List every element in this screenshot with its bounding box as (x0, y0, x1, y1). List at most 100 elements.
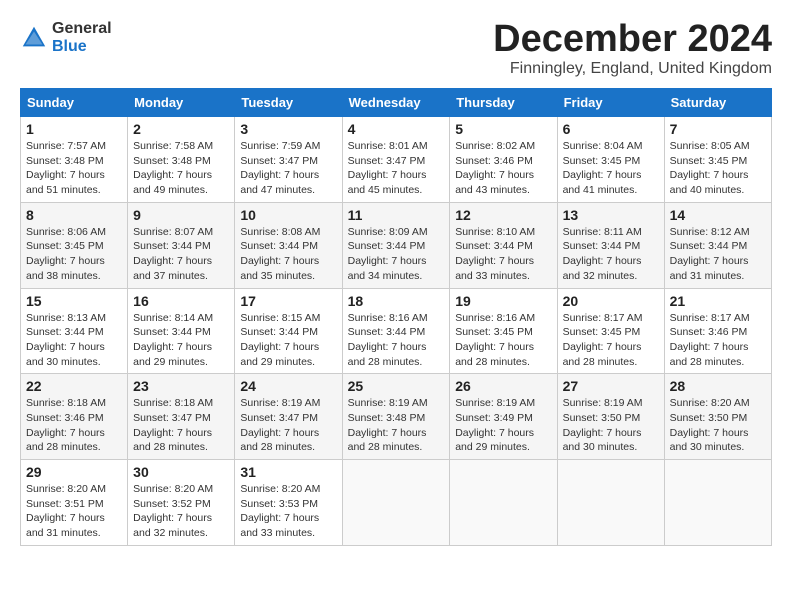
calendar-cell: 21 Sunrise: 8:17 AMSunset: 3:46 PMDayligh… (664, 288, 771, 374)
day-detail: Sunrise: 8:09 AMSunset: 3:44 PMDaylight:… (348, 225, 445, 284)
day-detail: Sunrise: 7:59 AMSunset: 3:47 PMDaylight:… (240, 139, 336, 198)
calendar-cell: 25 Sunrise: 8:19 AMSunset: 3:48 PMDayligh… (342, 374, 450, 460)
logo-icon (20, 24, 48, 52)
day-number: 9 (133, 207, 229, 223)
day-detail: Sunrise: 8:19 AMSunset: 3:50 PMDaylight:… (563, 396, 659, 455)
calendar-cell: 28Sunrise: 8:20 AMSunset: 3:50 PMDayligh… (664, 374, 771, 460)
title-area: December 2024 Finningley, England, Unite… (493, 20, 772, 78)
day-detail: Sunrise: 8:20 AMSunset: 3:52 PMDaylight:… (133, 482, 229, 541)
day-header-monday: Monday (128, 89, 235, 117)
calendar-cell: 10 Sunrise: 8:08 AMSunset: 3:44 PMDayligh… (235, 202, 342, 288)
calendar-cell (664, 460, 771, 546)
day-number: 31 (240, 464, 336, 480)
day-detail: Sunrise: 8:18 AMSunset: 3:46 PMDaylight:… (26, 396, 122, 455)
location-subtitle: Finningley, England, United Kingdom (493, 60, 772, 78)
calendar-cell (342, 460, 450, 546)
day-detail: Sunrise: 8:17 AMSunset: 3:46 PMDaylight:… (670, 311, 766, 370)
day-number: 1 (26, 121, 122, 137)
day-detail: Sunrise: 8:14 AMSunset: 3:44 PMDaylight:… (133, 311, 229, 370)
logo: General Blue (20, 20, 112, 55)
day-detail: Sunrise: 8:12 AMSunset: 3:44 PMDaylight:… (670, 225, 766, 284)
day-detail: Sunrise: 8:19 AMSunset: 3:47 PMDaylight:… (240, 396, 336, 455)
day-number: 5 (455, 121, 551, 137)
day-detail: Sunrise: 8:20 AMSunset: 3:50 PMDaylight:… (670, 396, 766, 455)
calendar-cell: 18 Sunrise: 8:16 AMSunset: 3:44 PMDayligh… (342, 288, 450, 374)
day-number: 29 (26, 464, 122, 480)
week-row-5: 29 Sunrise: 8:20 AMSunset: 3:51 PMDayligh… (21, 460, 772, 546)
calendar-cell (557, 460, 664, 546)
month-title: December 2024 (493, 20, 772, 58)
days-header-row: SundayMondayTuesdayWednesdayThursdayFrid… (21, 89, 772, 117)
day-detail: Sunrise: 8:20 AMSunset: 3:51 PMDaylight:… (26, 482, 122, 541)
calendar-cell (450, 460, 557, 546)
calendar-cell: 29 Sunrise: 8:20 AMSunset: 3:51 PMDayligh… (21, 460, 128, 546)
day-header-thursday: Thursday (450, 89, 557, 117)
day-number: 13 (563, 207, 659, 223)
day-detail: Sunrise: 7:58 AMSunset: 3:48 PMDaylight:… (133, 139, 229, 198)
calendar-cell: 11Sunrise: 8:09 AMSunset: 3:44 PMDayligh… (342, 202, 450, 288)
calendar-cell: 13 Sunrise: 8:11 AMSunset: 3:44 PMDayligh… (557, 202, 664, 288)
week-row-3: 15 Sunrise: 8:13 AMSunset: 3:44 PMDayligh… (21, 288, 772, 374)
calendar-table: SundayMondayTuesdayWednesdayThursdayFrid… (20, 88, 772, 546)
day-detail: Sunrise: 8:13 AMSunset: 3:44 PMDaylight:… (26, 311, 122, 370)
day-number: 19 (455, 293, 551, 309)
day-detail: Sunrise: 8:18 AMSunset: 3:47 PMDaylight:… (133, 396, 229, 455)
day-number: 25 (348, 378, 445, 394)
calendar-cell: 31Sunrise: 8:20 AMSunset: 3:53 PMDayligh… (235, 460, 342, 546)
calendar-cell: 4Sunrise: 8:01 AMSunset: 3:47 PMDaylight… (342, 117, 450, 203)
calendar-cell: 15 Sunrise: 8:13 AMSunset: 3:44 PMDayligh… (21, 288, 128, 374)
day-number: 23 (133, 378, 229, 394)
day-detail: Sunrise: 8:05 AMSunset: 3:45 PMDaylight:… (670, 139, 766, 198)
logo-blue-text: Blue (52, 38, 112, 56)
day-number: 20 (563, 293, 659, 309)
day-detail: Sunrise: 8:10 AMSunset: 3:44 PMDaylight:… (455, 225, 551, 284)
calendar-cell: 30 Sunrise: 8:20 AMSunset: 3:52 PMDayligh… (128, 460, 235, 546)
day-number: 3 (240, 121, 336, 137)
day-header-sunday: Sunday (21, 89, 128, 117)
calendar-cell: 19Sunrise: 8:16 AMSunset: 3:45 PMDayligh… (450, 288, 557, 374)
day-number: 24 (240, 378, 336, 394)
day-number: 12 (455, 207, 551, 223)
calendar-cell: 8 Sunrise: 8:06 AMSunset: 3:45 PMDaylight… (21, 202, 128, 288)
calendar-cell: 12 Sunrise: 8:10 AMSunset: 3:44 PMDayligh… (450, 202, 557, 288)
day-detail: Sunrise: 8:19 AMSunset: 3:49 PMDaylight:… (455, 396, 551, 455)
day-detail: Sunrise: 8:16 AMSunset: 3:44 PMDaylight:… (348, 311, 445, 370)
calendar-cell: 9Sunrise: 8:07 AMSunset: 3:44 PMDaylight… (128, 202, 235, 288)
logo-general-text: General (52, 20, 112, 38)
day-detail: Sunrise: 8:17 AMSunset: 3:45 PMDaylight:… (563, 311, 659, 370)
calendar-cell: 22 Sunrise: 8:18 AMSunset: 3:46 PMDayligh… (21, 374, 128, 460)
day-number: 21 (670, 293, 766, 309)
logo-text: General Blue (52, 20, 112, 55)
week-row-2: 8 Sunrise: 8:06 AMSunset: 3:45 PMDaylight… (21, 202, 772, 288)
day-detail: Sunrise: 8:02 AMSunset: 3:46 PMDaylight:… (455, 139, 551, 198)
day-header-friday: Friday (557, 89, 664, 117)
day-number: 10 (240, 207, 336, 223)
day-number: 27 (563, 378, 659, 394)
calendar-cell: 6Sunrise: 8:04 AMSunset: 3:45 PMDaylight… (557, 117, 664, 203)
calendar-cell: 2Sunrise: 7:58 AMSunset: 3:48 PMDaylight… (128, 117, 235, 203)
calendar-cell: 17Sunrise: 8:15 AMSunset: 3:44 PMDayligh… (235, 288, 342, 374)
calendar-cell: 26 Sunrise: 8:19 AMSunset: 3:49 PMDayligh… (450, 374, 557, 460)
day-detail: Sunrise: 8:08 AMSunset: 3:44 PMDaylight:… (240, 225, 336, 284)
header: General Blue December 2024 Finningley, E… (20, 20, 772, 78)
day-number: 26 (455, 378, 551, 394)
calendar-cell: 1Sunrise: 7:57 AMSunset: 3:48 PMDaylight… (21, 117, 128, 203)
day-number: 16 (133, 293, 229, 309)
day-detail: Sunrise: 8:06 AMSunset: 3:45 PMDaylight:… (26, 225, 122, 284)
day-number: 15 (26, 293, 122, 309)
day-header-saturday: Saturday (664, 89, 771, 117)
day-number: 18 (348, 293, 445, 309)
week-row-4: 22 Sunrise: 8:18 AMSunset: 3:46 PMDayligh… (21, 374, 772, 460)
day-header-wednesday: Wednesday (342, 89, 450, 117)
calendar-cell: 7Sunrise: 8:05 AMSunset: 3:45 PMDaylight… (664, 117, 771, 203)
day-detail: Sunrise: 8:15 AMSunset: 3:44 PMDaylight:… (240, 311, 336, 370)
day-detail: Sunrise: 8:11 AMSunset: 3:44 PMDaylight:… (563, 225, 659, 284)
day-number: 30 (133, 464, 229, 480)
calendar-cell: 27 Sunrise: 8:19 AMSunset: 3:50 PMDayligh… (557, 374, 664, 460)
day-number: 22 (26, 378, 122, 394)
day-number: 8 (26, 207, 122, 223)
calendar-cell: 3 Sunrise: 7:59 AMSunset: 3:47 PMDaylight… (235, 117, 342, 203)
calendar-cell: 5 Sunrise: 8:02 AMSunset: 3:46 PMDaylight… (450, 117, 557, 203)
day-detail: Sunrise: 8:01 AMSunset: 3:47 PMDaylight:… (348, 139, 445, 198)
day-detail: Sunrise: 8:19 AMSunset: 3:48 PMDaylight:… (348, 396, 445, 455)
